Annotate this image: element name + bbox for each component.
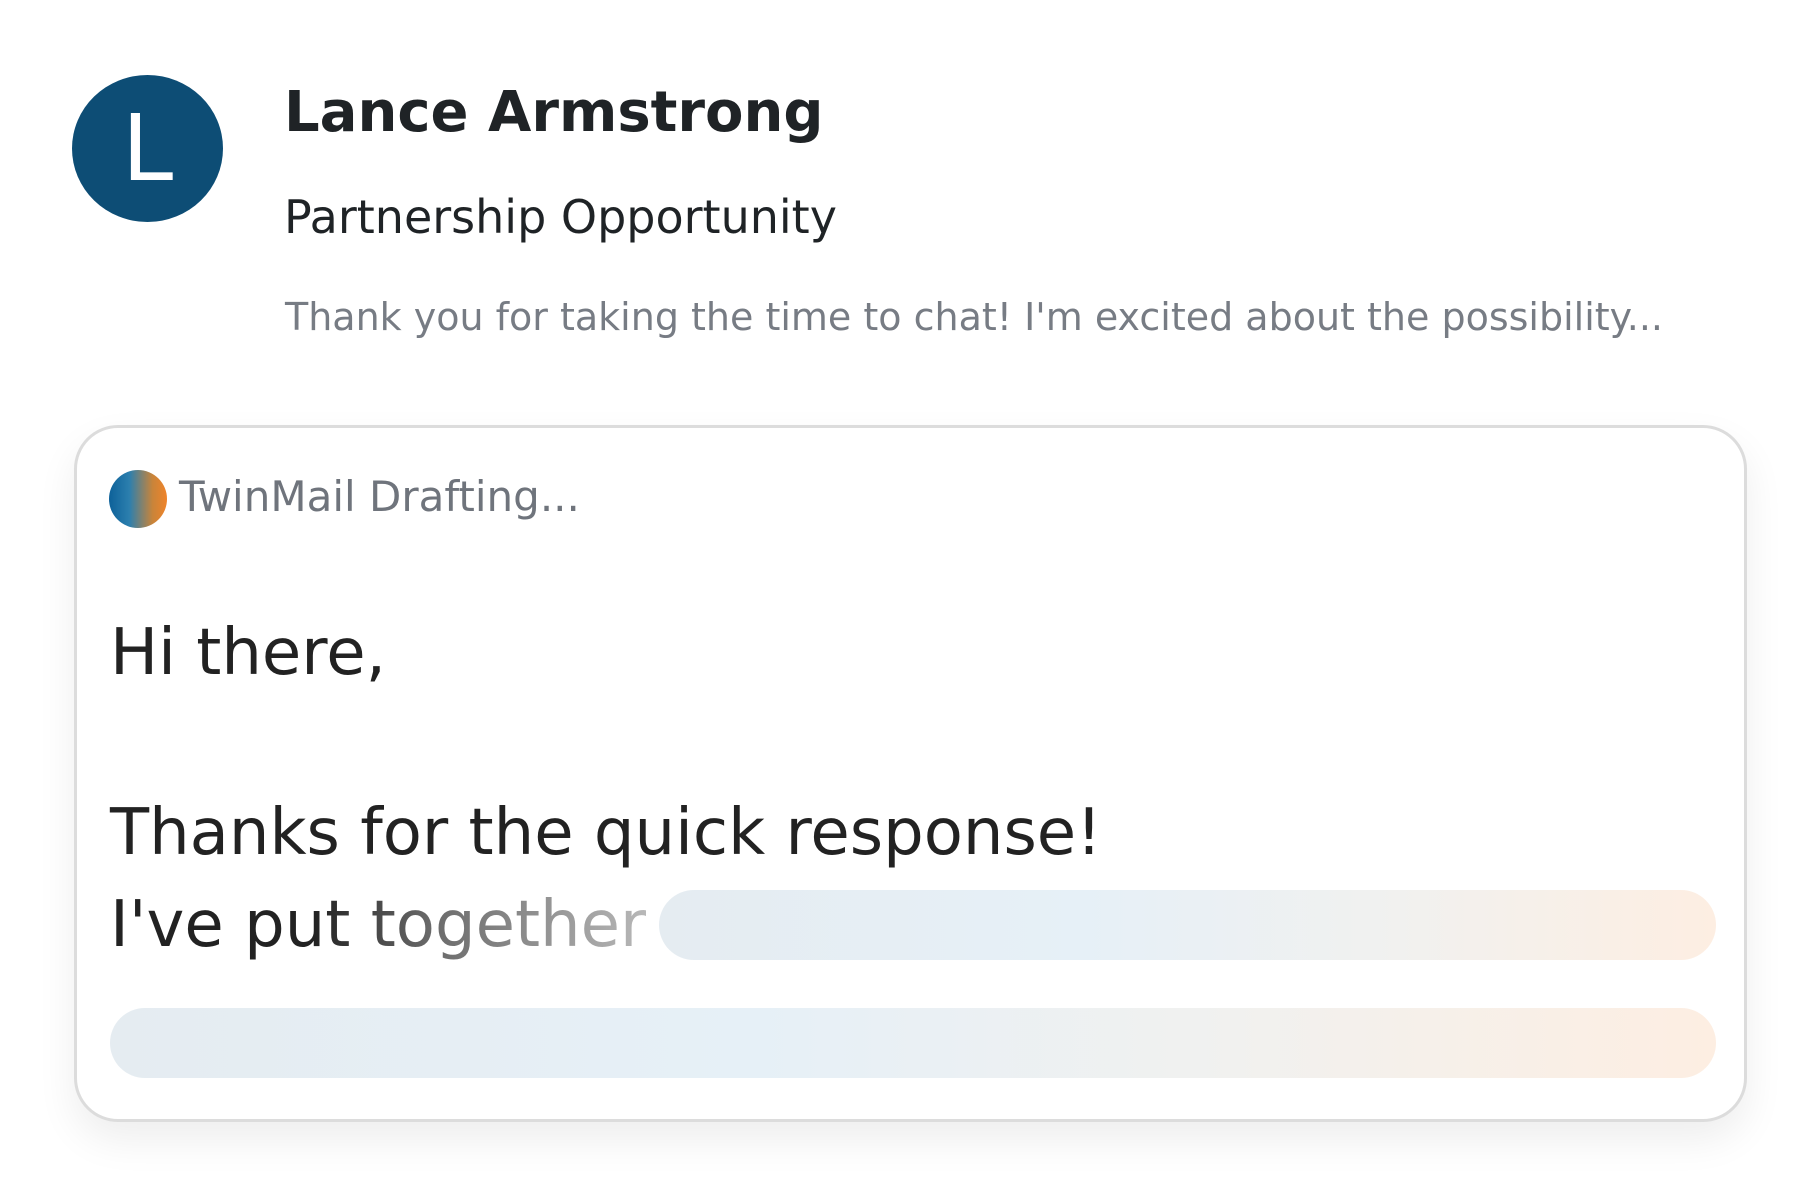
- email-subject: Partnership Opportunity: [284, 190, 837, 244]
- twinmail-logo-icon: [109, 470, 167, 528]
- draft-card: TwinMail Drafting... Hi there, Thanks fo…: [74, 425, 1747, 1122]
- draft-body-line: Thanks for the quick response!: [110, 796, 1102, 870]
- sender-name: Lance Armstrong: [284, 80, 824, 145]
- draft-greeting: Hi there,: [110, 616, 386, 690]
- loading-skeleton-line: [659, 890, 1716, 960]
- loading-skeleton-line: [110, 1008, 1716, 1078]
- sender-avatar: L: [72, 75, 223, 222]
- email-preview: Thank you for taking the time to chat! I…: [285, 295, 1663, 339]
- drafting-status: TwinMail Drafting...: [179, 472, 580, 521]
- draft-body-streaming-line: I've put together: [110, 888, 647, 962]
- avatar-initial: L: [121, 94, 174, 202]
